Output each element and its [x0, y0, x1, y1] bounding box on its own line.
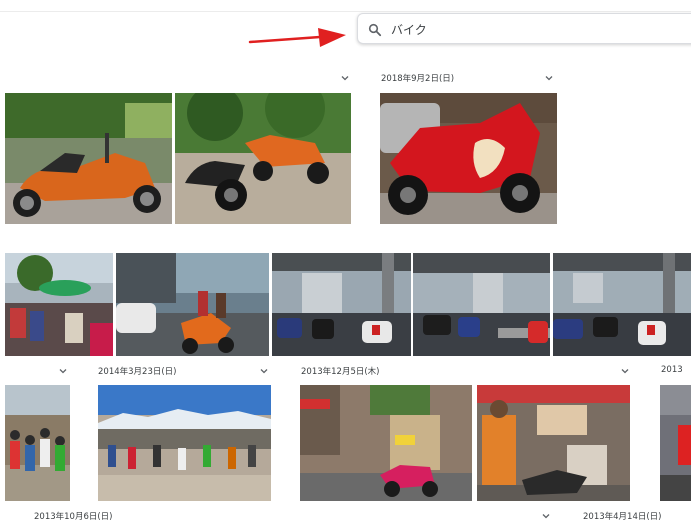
search-bar[interactable] [357, 13, 691, 44]
photo-food-stall[interactable] [477, 385, 630, 501]
annotation-arrow [248, 25, 348, 53]
group-select-chevron-icon[interactable] [58, 366, 68, 376]
date-label: 2013年4月14日(日) [583, 512, 662, 522]
photo-parked-motorbikes-2[interactable] [413, 253, 550, 356]
group-select-chevron-icon[interactable] [340, 73, 350, 83]
date-label: 2013年10月6日(日) [34, 512, 113, 522]
photo-street-scene[interactable] [300, 385, 472, 501]
photo-scooter-street[interactable] [116, 253, 269, 356]
date-label: 2018年9月2日(日) [381, 74, 455, 84]
group-select-chevron-icon[interactable] [544, 73, 554, 83]
photo-snowy-mountain-gathering[interactable] [98, 385, 271, 501]
photo-outdoor-crowd[interactable] [5, 385, 70, 501]
photo-red-sport-bike[interactable] [380, 93, 557, 224]
photo-black-and-orange-bikes[interactable] [175, 93, 351, 224]
date-label: 2013 [661, 365, 683, 375]
photo-parked-motorbikes-3[interactable] [553, 253, 691, 356]
group-select-chevron-icon[interactable] [259, 366, 269, 376]
group-select-chevron-icon[interactable] [620, 366, 630, 376]
photo-edge-photo[interactable] [660, 385, 691, 501]
date-label: 2014年3月23日(日) [98, 367, 177, 377]
search-input[interactable] [391, 19, 681, 39]
photo-orange-trike[interactable] [5, 93, 172, 224]
date-label: 2013年12月5日(木) [301, 367, 380, 377]
top-divider [0, 11, 691, 12]
group-select-chevron-icon[interactable] [541, 511, 551, 521]
photo-street-crowd-umbrellas[interactable] [5, 253, 113, 356]
search-icon [368, 22, 382, 37]
photo-parked-motorbikes-1[interactable] [272, 253, 411, 356]
